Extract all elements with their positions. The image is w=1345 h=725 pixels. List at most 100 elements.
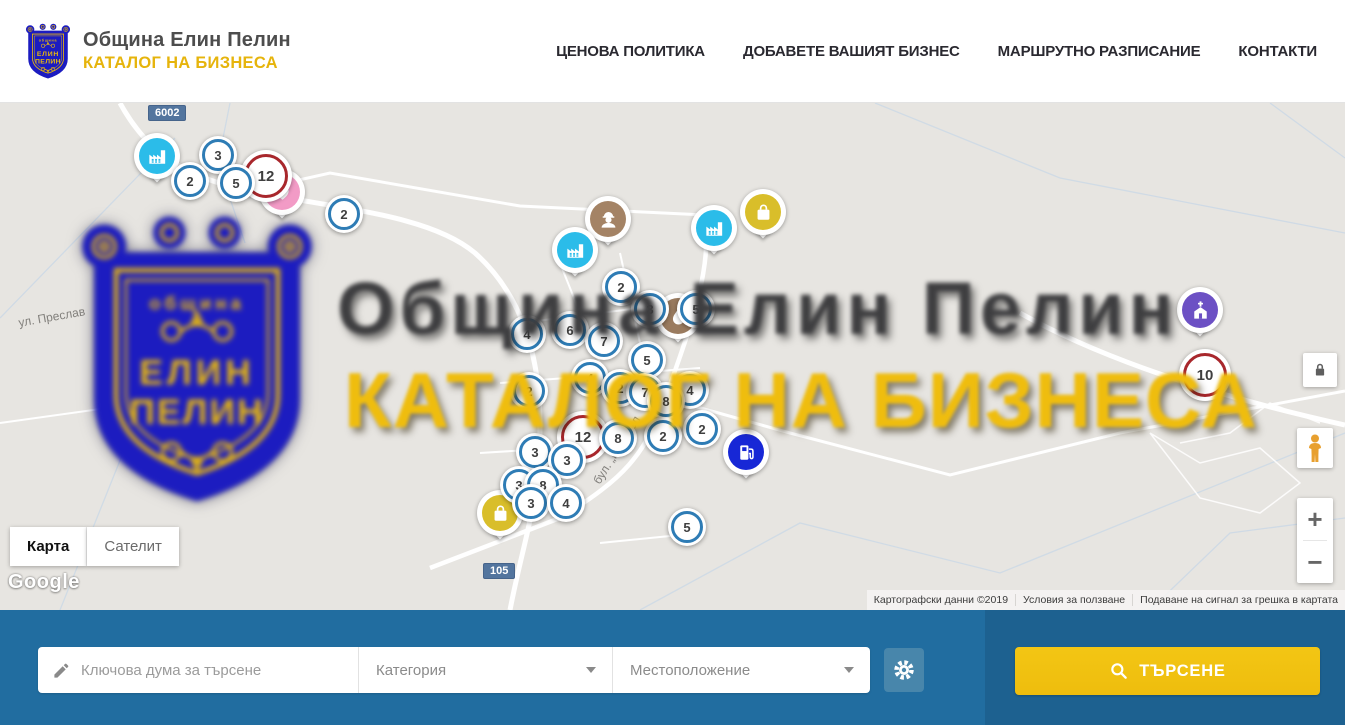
google-logo[interactable]: Google: [8, 571, 80, 594]
search-button[interactable]: ТЪРСЕНЕ: [1015, 647, 1320, 695]
map-cluster-marker[interactable]: 2: [683, 410, 721, 448]
cluster-count: 4: [523, 327, 530, 342]
map-pin-fuel[interactable]: [723, 429, 769, 487]
cluster-count: 5: [683, 520, 690, 535]
bag-icon: [745, 194, 781, 230]
nav-item-add-business[interactable]: ДОБАВЕТЕ ВАШИЯТ БИЗНЕС: [743, 43, 960, 60]
attribution-terms-link[interactable]: Условия за ползване: [1015, 594, 1132, 606]
map-cluster-marker[interactable]: 5: [668, 508, 706, 546]
map-cluster-marker[interactable]: 2: [325, 195, 363, 233]
search-group: Категория Местоположение: [38, 647, 870, 693]
map-cluster-marker[interactable]: 5: [217, 164, 255, 202]
map-cluster-marker[interactable]: 10: [1179, 349, 1231, 401]
map-pin-church[interactable]: [1177, 287, 1223, 345]
map-type-satellite-button[interactable]: Сателит: [87, 527, 179, 566]
location-dropdown[interactable]: Местоположение: [612, 647, 870, 693]
keyword-field[interactable]: [38, 647, 358, 693]
cluster-count: 2: [340, 207, 347, 222]
map-cluster-marker[interactable]: 8: [647, 382, 685, 420]
map-lock-button[interactable]: [1303, 353, 1337, 387]
cluster-count: 5: [643, 353, 650, 368]
map-type-control: Карта Сателит: [10, 527, 179, 566]
pencil-icon: [52, 661, 71, 680]
cluster-count: 3: [531, 445, 538, 460]
factory-icon: [696, 210, 732, 246]
map-cluster-marker[interactable]: 4: [547, 484, 585, 522]
attribution-data: Картографски данни ©2019: [867, 594, 1015, 606]
nav-item-contacts[interactable]: КОНТАКТИ: [1238, 43, 1317, 60]
keyword-search-input[interactable]: [81, 662, 358, 679]
road-badge: 105: [483, 563, 515, 579]
cluster-count: 2: [186, 174, 193, 189]
map-cluster-marker[interactable]: 2: [644, 417, 682, 455]
cluster-count: 4: [686, 383, 693, 398]
cluster-count: 7: [600, 334, 607, 349]
attribution-report-link[interactable]: Подаване на сигнал за грешка в картата: [1132, 594, 1345, 606]
map-canvas[interactable]: 6002 105 ул. Преслав бул. „Новосел 31225…: [0, 103, 1345, 610]
cluster-count: 2: [617, 280, 624, 295]
fuel-icon: [728, 434, 764, 470]
cluster-count: 6: [566, 323, 573, 338]
search-bar-right: ТЪРСЕНЕ: [985, 610, 1345, 725]
logo-title: Община Елин Пелин: [83, 29, 291, 52]
lock-icon: [1309, 359, 1331, 381]
cluster-count: 2: [525, 384, 532, 399]
cluster-count: 3: [646, 302, 653, 317]
chevron-down-icon: [586, 667, 596, 673]
map-pin-bag[interactable]: [740, 189, 786, 247]
map-cluster-marker[interactable]: 3: [631, 290, 669, 328]
street-view-pegman-button[interactable]: [1297, 428, 1333, 468]
search-bar-left: Категория Местоположение: [0, 610, 985, 725]
map-cluster-marker[interactable]: 2: [510, 372, 548, 410]
cluster-count: 2: [659, 429, 666, 444]
cluster-count: 4: [586, 371, 593, 386]
category-dropdown-label: Категория: [376, 662, 446, 679]
cluster-count: 5: [692, 302, 699, 317]
map-cluster-marker[interactable]: 3: [512, 484, 550, 522]
map-cluster-marker[interactable]: 2: [171, 162, 209, 200]
cluster-count: 8: [614, 431, 621, 446]
cluster-count: 12: [575, 429, 592, 446]
cluster-count: 4: [562, 496, 569, 511]
search-button-label: ТЪРСЕНЕ: [1139, 662, 1225, 681]
search-icon: [1109, 661, 1129, 681]
map-cluster-marker[interactable]: 4: [508, 315, 546, 353]
cluster-count: 3: [527, 496, 534, 511]
map-type-map-button[interactable]: Карта: [10, 527, 87, 566]
map-zoom-control: + −: [1297, 498, 1333, 583]
nav-item-pricing[interactable]: ЦЕНОВА ПОЛИТИКА: [556, 43, 705, 60]
cluster-count: 5: [232, 176, 239, 191]
nav-item-route-schedule[interactable]: МАРШРУТНО РАЗПИСАНИЕ: [998, 43, 1201, 60]
map-cluster-marker[interactable]: 7: [585, 322, 623, 360]
cluster-count: 8: [662, 394, 669, 409]
cluster-count: 2: [698, 422, 705, 437]
cluster-count: 12: [258, 168, 275, 185]
search-bar: Категория Местоположение ТЪРСЕНЕ: [0, 610, 1345, 725]
road-badge: 6002: [148, 105, 186, 121]
chevron-down-icon: [844, 667, 854, 673]
cluster-count: 10: [1197, 367, 1214, 384]
cluster-count: 2: [616, 381, 623, 396]
main-nav: ЦЕНОВА ПОЛИТИКА ДОБАВЕТЕ ВАШИЯТ БИЗНЕС М…: [556, 43, 1317, 60]
gear-icon: [892, 658, 916, 682]
logo-subtitle: КАТАЛОГ НА БИЗНЕСА: [83, 54, 291, 73]
advanced-settings-button[interactable]: [884, 648, 924, 692]
map-attribution: Картографски данни ©2019 Условия за полз…: [867, 590, 1345, 610]
cluster-count: 3: [563, 453, 570, 468]
zoom-in-button[interactable]: +: [1297, 498, 1333, 540]
municipality-crest-icon: [25, 23, 71, 80]
location-dropdown-label: Местоположение: [630, 662, 750, 679]
map-cluster-marker[interactable]: 6: [551, 311, 589, 349]
zoom-out-button[interactable]: −: [1297, 541, 1333, 583]
cluster-count: 3: [214, 148, 221, 163]
map-cluster-marker[interactable]: 5: [677, 290, 715, 328]
map-pin-factory[interactable]: [552, 227, 598, 285]
site-logo[interactable]: Община Елин Пелин КАТАЛОГ НА БИЗНЕСА: [25, 23, 291, 80]
pegman-icon: [1303, 433, 1327, 463]
category-dropdown[interactable]: Категория: [358, 647, 612, 693]
map-cluster-marker[interactable]: 8: [599, 419, 637, 457]
factory-icon: [557, 232, 593, 268]
map-pin-factory[interactable]: [691, 205, 737, 263]
factory-icon: [139, 138, 175, 174]
site-header: Община Елин Пелин КАТАЛОГ НА БИЗНЕСА ЦЕН…: [0, 0, 1345, 103]
